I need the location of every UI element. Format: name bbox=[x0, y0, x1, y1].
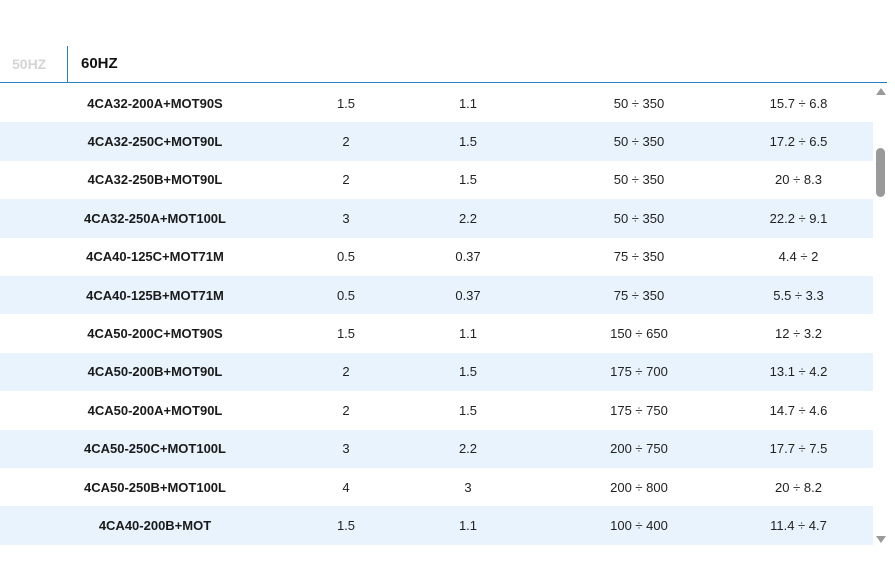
value-cell: 14.7 ÷ 4.6 bbox=[769, 402, 828, 418]
table-row: 4CA32-200A+MOT90S 1.5 1.1 50 ÷ 350 15.7 ÷ 6.… bbox=[0, 84, 873, 122]
value-cell: 3 bbox=[464, 479, 472, 495]
value-cell: 4 bbox=[342, 479, 350, 495]
value-cell: 17.7 ÷ 7.5 bbox=[724, 429, 873, 468]
value-cell: 15.7 ÷ 6.8 bbox=[769, 95, 828, 111]
tab-50hz[interactable]: 50HZ bbox=[12, 46, 46, 82]
model-cell: 4CA50-200C+MOT90S bbox=[87, 326, 223, 342]
value-cell: 75 ÷ 350 bbox=[554, 275, 724, 315]
value-cell: 1.1 bbox=[382, 506, 554, 545]
scroll-up-arrow-icon[interactable] bbox=[876, 88, 886, 95]
value-cell: 2.2 bbox=[382, 429, 554, 468]
table-row: 4CA40-125C+MOT71M 0.5 0.37 75 ÷ 350 4.4 ÷ 2 bbox=[0, 238, 873, 276]
table-row: 4CA50-250B+MOT100L 4 3 200 ÷ 800 20 ÷ 8.2 bbox=[0, 468, 873, 506]
model-cell: 4CA32-200A+MOT90S bbox=[87, 95, 223, 111]
value-cell: 1.5 bbox=[336, 95, 356, 111]
value-cell: 50 ÷ 350 bbox=[613, 95, 665, 111]
value-cell: 0.5 bbox=[336, 249, 356, 265]
table-row: 4CA32-250B+MOT90L 2 1.5 50 ÷ 350 20 ÷ 8.3 bbox=[0, 161, 873, 199]
value-cell: 50 ÷ 350 bbox=[554, 199, 724, 238]
table-row: 4CA50-200B+MOT90L 2 1.5 175 ÷ 700 13.1 ÷ 4.2 bbox=[0, 352, 873, 392]
value-cell: 1.1 bbox=[458, 95, 478, 111]
tab-60hz[interactable]: 60HZ bbox=[81, 46, 118, 82]
value-cell: 4.4 ÷ 2 bbox=[778, 249, 819, 265]
value-cell: 20 ÷ 8.2 bbox=[775, 479, 822, 495]
value-cell: 75 ÷ 350 bbox=[613, 249, 665, 265]
scroll-thumb[interactable] bbox=[876, 148, 885, 197]
frequency-tabs: 50HZ 60HZ bbox=[0, 46, 887, 83]
value-cell: 1.1 bbox=[458, 326, 478, 342]
value-cell: 1.5 bbox=[458, 402, 478, 418]
model-cell: 4CA32-250A+MOT100L bbox=[0, 199, 310, 238]
value-cell: 11.4 ÷ 4.7 bbox=[724, 506, 873, 545]
scroll-down-arrow-icon[interactable] bbox=[876, 536, 886, 543]
value-cell: 1.5 bbox=[382, 122, 554, 161]
model-cell: 4CA32-250B+MOT90L bbox=[87, 172, 223, 188]
model-cell: 4CA50-250B+MOT100L bbox=[84, 479, 226, 495]
value-cell: 150 ÷ 650 bbox=[610, 326, 668, 342]
pump-table: 4CA32-200A+MOT90S 1.5 1.1 50 ÷ 350 15.7 ÷ 6.… bbox=[0, 84, 873, 545]
value-cell: 0.37 bbox=[382, 275, 554, 315]
table-row: 4CA50-200A+MOT90L 2 1.5 175 ÷ 750 14.7 ÷ 4.6 bbox=[0, 391, 873, 429]
value-cell: 3 bbox=[310, 199, 382, 238]
tab-divider bbox=[67, 46, 68, 82]
model-cell: 4CA50-200A+MOT90L bbox=[87, 402, 223, 418]
table-row: 4CA40-125B+MOT71M 0.5 0.37 75 ÷ 350 5.5 ÷ 3.… bbox=[0, 275, 873, 315]
value-cell: 50 ÷ 350 bbox=[613, 172, 665, 188]
value-cell: 175 ÷ 750 bbox=[610, 402, 668, 418]
value-cell: 12 ÷ 3.2 bbox=[775, 326, 822, 342]
value-cell: 1.5 bbox=[382, 352, 554, 392]
value-cell: 5.5 ÷ 3.3 bbox=[724, 275, 873, 315]
value-cell: 200 ÷ 750 bbox=[554, 429, 724, 468]
table-row: 4CA50-250C+MOT100L 3 2.2 200 ÷ 750 17.7 ÷ 7.… bbox=[0, 429, 873, 468]
value-cell: 200 ÷ 800 bbox=[610, 479, 668, 495]
model-cell: 4CA50-200B+MOT90L bbox=[0, 352, 310, 392]
value-cell: 0.37 bbox=[455, 249, 481, 265]
value-cell: 2 bbox=[310, 352, 382, 392]
model-cell: 4CA40-125C+MOT71M bbox=[86, 249, 224, 265]
pump-table-container: 4CA32-200A+MOT90S 1.5 1.1 50 ÷ 350 15.7 ÷ 6.… bbox=[0, 84, 873, 546]
value-cell: 1.5 bbox=[310, 506, 382, 545]
value-cell: 2 bbox=[310, 122, 382, 161]
value-cell: 175 ÷ 700 bbox=[554, 352, 724, 392]
value-cell: 22.2 ÷ 9.1 bbox=[724, 199, 873, 238]
model-cell: 4CA40-125B+MOT71M bbox=[0, 275, 310, 315]
model-cell: 4CA40-200B+MOT bbox=[0, 506, 310, 545]
value-cell: 17.2 ÷ 6.5 bbox=[724, 122, 873, 161]
value-cell: 50 ÷ 350 bbox=[554, 122, 724, 161]
table-row: 4CA32-250C+MOT90L 2 1.5 50 ÷ 350 17.2 ÷ 6.5 bbox=[0, 122, 873, 161]
value-cell: 1.5 bbox=[336, 326, 356, 342]
value-cell: 13.1 ÷ 4.2 bbox=[724, 352, 873, 392]
value-cell: 0.5 bbox=[310, 275, 382, 315]
value-cell: 2 bbox=[342, 172, 350, 188]
value-cell: 2 bbox=[342, 402, 350, 418]
model-cell: 4CA32-250C+MOT90L bbox=[0, 122, 310, 161]
vertical-scrollbar[interactable] bbox=[875, 84, 887, 546]
value-cell: 20 ÷ 8.3 bbox=[775, 172, 822, 188]
value-cell: 3 bbox=[310, 429, 382, 468]
table-row: 4CA50-200C+MOT90S 1.5 1.1 150 ÷ 650 12 ÷ 3.2 bbox=[0, 314, 873, 352]
pump-table-body: 4CA32-200A+MOT90S 1.5 1.1 50 ÷ 350 15.7 ÷ 6.… bbox=[0, 84, 873, 545]
table-row: 4CA40-200B+MOT 1.5 1.1 100 ÷ 400 11.4 ÷ 4.7 bbox=[0, 506, 873, 545]
model-cell: 4CA50-250C+MOT100L bbox=[0, 429, 310, 468]
table-row: 4CA32-250A+MOT100L 3 2.2 50 ÷ 350 22.2 ÷ 9.1 bbox=[0, 199, 873, 238]
value-cell: 2.2 bbox=[382, 199, 554, 238]
value-cell: 100 ÷ 400 bbox=[554, 506, 724, 545]
value-cell: 1.5 bbox=[458, 172, 478, 188]
